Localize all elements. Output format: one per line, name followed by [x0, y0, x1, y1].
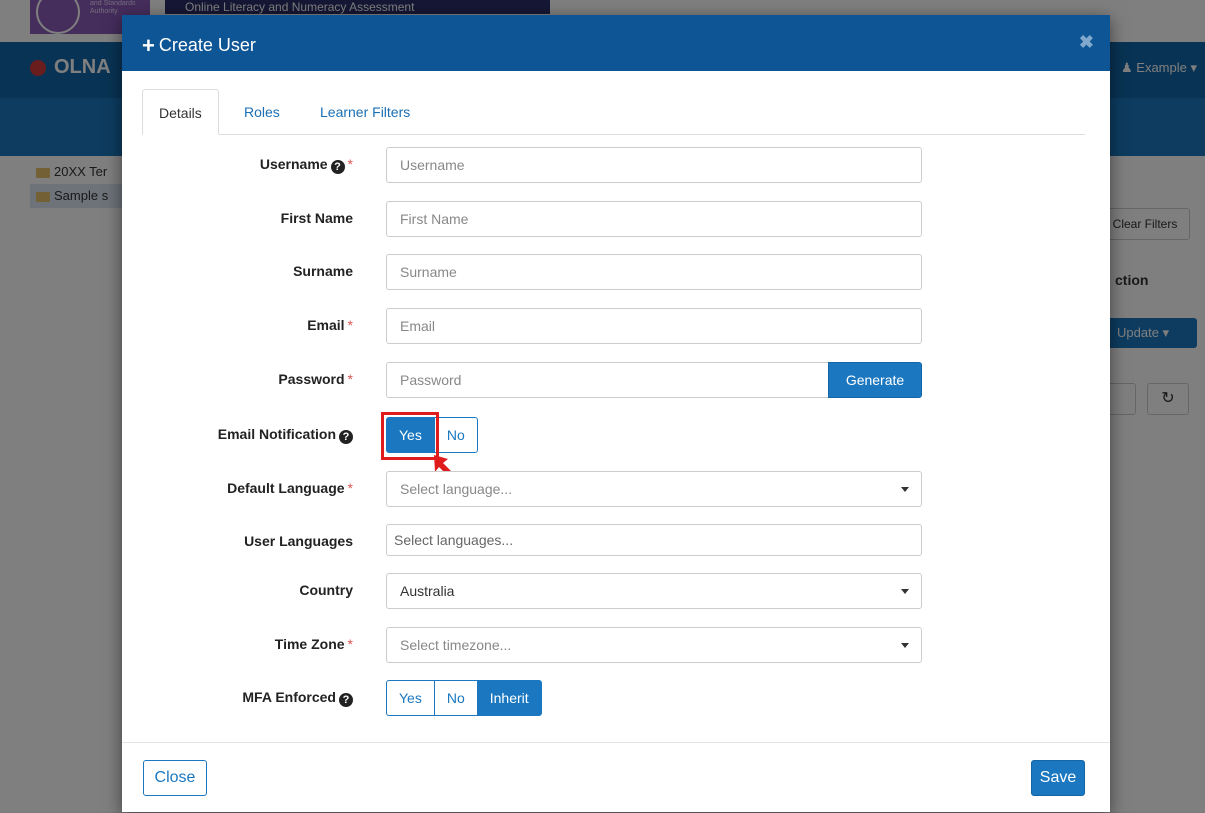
required-marker: *: [347, 317, 353, 333]
surname-label: Surname: [293, 263, 353, 279]
required-marker: *: [347, 156, 353, 172]
required-marker: *: [347, 371, 353, 387]
save-button[interactable]: Save: [1031, 760, 1085, 796]
email-input[interactable]: [386, 308, 922, 344]
tab-learner-filters[interactable]: Learner Filters: [304, 89, 426, 134]
country-value: Australia: [400, 583, 455, 599]
mfa-enforced-toggle: Yes No Inherit: [386, 680, 542, 716]
tab-bar: Details Roles Learner Filters: [142, 89, 1085, 135]
mfa-no[interactable]: No: [433, 680, 478, 716]
close-icon[interactable]: ✖: [1079, 32, 1094, 53]
user-languages-input[interactable]: Select languages...: [386, 524, 922, 556]
caret-down-icon: [901, 487, 909, 492]
caret-down-icon: [901, 643, 909, 648]
modal-header: + Create User ✖: [122, 15, 1110, 71]
default-language-label: Default Language *: [227, 480, 353, 496]
generate-password-button[interactable]: Generate: [828, 362, 922, 398]
modal-footer: Close Save: [122, 742, 1110, 813]
plus-icon: +: [142, 33, 155, 58]
time-zone-label: Time Zone *: [274, 636, 353, 652]
highlight-box: [381, 412, 439, 460]
close-button[interactable]: Close: [143, 760, 207, 796]
tab-roles[interactable]: Roles: [228, 89, 296, 134]
tab-details[interactable]: Details: [142, 89, 219, 135]
email-label: Email *: [307, 317, 353, 333]
question-circle-icon[interactable]: ?: [339, 430, 353, 444]
required-marker: *: [347, 636, 353, 652]
modal-title: + Create User: [142, 33, 256, 58]
mfa-inherit[interactable]: Inherit: [476, 680, 542, 716]
required-marker: *: [347, 480, 353, 496]
surname-input[interactable]: [386, 254, 922, 290]
country-select[interactable]: Australia: [386, 573, 922, 609]
mfa-enforced-label: MFA Enforced?: [122, 689, 353, 707]
password-label: Password *: [278, 371, 353, 387]
mfa-yes[interactable]: Yes: [386, 680, 435, 716]
time-zone-placeholder: Select timezone...: [400, 637, 512, 653]
user-languages-label: User Languages: [244, 533, 353, 549]
default-language-placeholder: Select language...: [400, 481, 513, 497]
question-circle-icon[interactable]: ?: [339, 693, 353, 707]
username-input[interactable]: [386, 147, 922, 183]
caret-down-icon: [901, 589, 909, 594]
question-circle-icon[interactable]: ?: [330, 160, 345, 174]
password-input[interactable]: [386, 362, 829, 398]
username-label: Username? *: [259, 156, 353, 174]
first-name-input[interactable]: [386, 201, 922, 237]
email-notification-no[interactable]: No: [433, 417, 478, 453]
email-notification-label: Email Notification?: [122, 426, 353, 444]
user-languages-placeholder: Select languages...: [394, 532, 514, 548]
create-user-modal: + Create User ✖ Details Roles Learner Fil…: [122, 15, 1110, 812]
default-language-select[interactable]: Select language...: [386, 471, 922, 507]
first-name-label: First Name: [280, 210, 353, 226]
time-zone-select[interactable]: Select timezone...: [386, 627, 922, 663]
country-label: Country: [299, 582, 353, 598]
